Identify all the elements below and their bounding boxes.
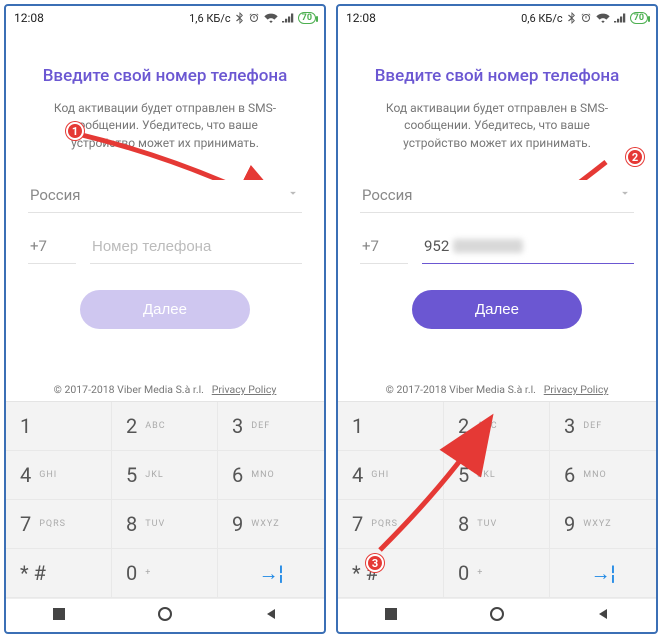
key-0[interactable]: 0+ <box>112 549 218 598</box>
signal-icon <box>614 13 626 23</box>
numeric-keypad: 1 2ABC 3DEF 4GHI 5JKL 6MNO 7PQRS 8TUV 9W… <box>6 401 324 598</box>
nav-recent-icon[interactable] <box>52 606 66 625</box>
footer: © 2017-2018 Viber Media S.à r.l. Privacy… <box>360 383 634 396</box>
dial-code: +7 <box>28 231 76 264</box>
key-3[interactable]: 3DEF <box>550 402 656 451</box>
key-1[interactable]: 1 <box>6 402 112 451</box>
key-2[interactable]: 2ABC <box>112 402 218 451</box>
key-2[interactable]: 2ABC <box>444 402 550 451</box>
android-navbar <box>6 598 324 632</box>
key-9[interactable]: 9WXYZ <box>218 500 324 549</box>
clock: 12:08 <box>14 11 44 25</box>
copyright: © 2017-2018 Viber Media S.à r.l. <box>54 383 204 396</box>
next-button[interactable]: Далее <box>80 290 250 329</box>
copyright: © 2017-2018 Viber Media S.à r.l. <box>386 383 536 396</box>
network-speed: 1,6 КБ/с <box>189 12 231 25</box>
key-3[interactable]: 3DEF <box>218 402 324 451</box>
annotation-badge-1: 1 <box>66 122 84 140</box>
enter-icon: →¦ <box>259 561 284 586</box>
key-7[interactable]: 7PQRS <box>6 500 112 549</box>
key-enter[interactable]: →¦ <box>218 549 324 598</box>
wifi-icon <box>596 13 610 23</box>
battery-icon: 70 <box>630 12 648 24</box>
page-title: Введите свой номер телефона <box>28 66 302 86</box>
privacy-link[interactable]: Privacy Policy <box>212 383 277 396</box>
annotation-badge-2: 2 <box>626 148 644 166</box>
phone-input[interactable]: 952 <box>422 231 634 264</box>
nav-home-icon[interactable] <box>490 606 504 625</box>
dial-code: +7 <box>360 231 408 264</box>
status-bar: 12:08 1,6 КБ/с 70 <box>6 6 324 30</box>
bluetooth-icon <box>235 12 244 24</box>
key-0[interactable]: 0+ <box>444 549 550 598</box>
page-subtitle: Код активации будет отправлен в SMS-сооб… <box>377 100 617 152</box>
privacy-link[interactable]: Privacy Policy <box>544 383 609 396</box>
numeric-keypad: 1 2ABC 3DEF 4GHI 5JKL 6MNO 7PQRS 8TUV 9W… <box>338 401 656 598</box>
country-name: Россия <box>362 186 413 204</box>
alarm-icon <box>580 12 592 24</box>
chevron-down-icon <box>618 186 632 204</box>
key-1[interactable]: 1 <box>338 402 444 451</box>
android-navbar <box>338 598 656 632</box>
key-5[interactable]: 5JKL <box>112 451 218 500</box>
signal-icon <box>282 13 294 23</box>
enter-icon: →¦ <box>591 561 616 586</box>
nav-home-icon[interactable] <box>158 606 172 625</box>
battery-icon: 70 <box>298 12 316 24</box>
key-7[interactable]: 7PQRS <box>338 500 444 549</box>
key-9[interactable]: 9WXYZ <box>550 500 656 549</box>
country-name: Россия <box>30 186 81 204</box>
clock: 12:08 <box>346 11 376 25</box>
key-5[interactable]: 5JKL <box>444 451 550 500</box>
key-enter[interactable]: →¦ <box>550 549 656 598</box>
key-star-hash[interactable]: * # <box>6 549 112 598</box>
phone-screenshot-left: 12:08 1,6 КБ/с 70 Введите свой номер <box>4 4 326 634</box>
wifi-icon <box>264 13 278 23</box>
key-4[interactable]: 4GHI <box>6 451 112 500</box>
nav-back-icon[interactable] <box>264 606 278 625</box>
annotation-badge-3: 3 <box>366 554 384 572</box>
country-selector[interactable]: Россия <box>28 180 302 213</box>
footer: © 2017-2018 Viber Media S.à r.l. Privacy… <box>28 383 302 396</box>
network-speed: 0,6 КБ/с <box>521 12 563 25</box>
status-bar: 12:08 0,6 КБ/с 70 <box>338 6 656 30</box>
phone-screenshot-right: 12:08 0,6 КБ/с 70 Введите свой номер <box>336 4 658 634</box>
redacted-number <box>453 239 523 253</box>
bluetooth-icon <box>567 12 576 24</box>
nav-back-icon[interactable] <box>596 606 610 625</box>
key-8[interactable]: 8TUV <box>444 500 550 549</box>
nav-recent-icon[interactable] <box>384 606 398 625</box>
key-8[interactable]: 8TUV <box>112 500 218 549</box>
next-button[interactable]: Далее <box>412 290 582 329</box>
key-star-hash[interactable]: * # <box>338 549 444 598</box>
phone-input[interactable] <box>90 231 302 264</box>
key-6[interactable]: 6MNO <box>218 451 324 500</box>
alarm-icon <box>248 12 260 24</box>
chevron-down-icon <box>286 186 300 204</box>
page-title: Введите свой номер телефона <box>360 66 634 86</box>
key-6[interactable]: 6MNO <box>550 451 656 500</box>
key-4[interactable]: 4GHI <box>338 451 444 500</box>
country-selector[interactable]: Россия <box>360 180 634 213</box>
